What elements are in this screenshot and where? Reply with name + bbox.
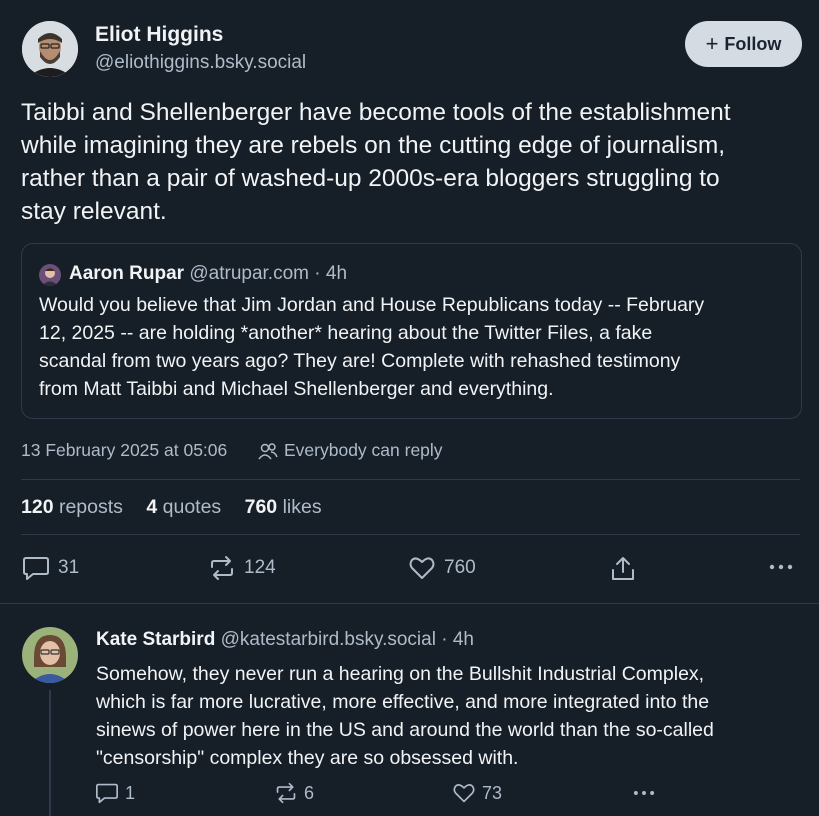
more-options-button[interactable] xyxy=(768,557,794,577)
like-count: 760 xyxy=(444,557,476,578)
divider xyxy=(21,534,800,535)
quotes-label: quotes xyxy=(162,496,222,518)
avatar-man-icon xyxy=(39,264,61,286)
post-line: while imagining they are rebels on the c… xyxy=(21,132,726,159)
likes-count: 760 xyxy=(244,496,278,518)
likes-stat[interactable]: 760 likes xyxy=(245,496,322,518)
divider xyxy=(21,479,800,480)
author-handle[interactable]: @eliothiggins.bsky.social xyxy=(95,52,306,74)
quote-author-handle[interactable]: @atrupar.com xyxy=(189,263,309,284)
reply-count: 31 xyxy=(58,557,80,578)
like-button[interactable]: 760 xyxy=(408,555,476,581)
reply-line: sinews of power here in the US and aroun… xyxy=(96,719,714,741)
post-line: stay relevant. xyxy=(21,198,167,225)
heart-icon xyxy=(409,557,435,579)
quote-time: · 4h xyxy=(314,263,348,284)
heart-icon xyxy=(453,784,475,803)
share-icon xyxy=(612,557,634,580)
reply-author-name[interactable]: Kate Starbird xyxy=(96,629,215,650)
quotes-stat[interactable]: 4 quotes xyxy=(146,496,226,518)
reposts-count: 120 xyxy=(21,496,54,518)
reposts-label: reposts xyxy=(58,496,123,518)
reply-body: Somehow, they never run a hearing on the… xyxy=(96,660,811,772)
reposts-stat[interactable]: 120 reposts xyxy=(21,496,128,518)
reply-like-button[interactable]: 73 xyxy=(452,782,502,804)
repost-icon xyxy=(211,556,233,580)
avatar-bearded-man-icon xyxy=(22,21,78,77)
reply-button[interactable]: 31 xyxy=(22,555,79,581)
post-line: Taibbi and Shellenberger have become too… xyxy=(21,99,731,126)
quote-header: Aaron Rupar @atrupar.com · 4h xyxy=(69,263,347,285)
post-body: Taibbi and Shellenberger have become too… xyxy=(21,96,811,228)
author-avatar[interactable] xyxy=(22,21,78,77)
reply-line: "censorship" complex they are so obsesse… xyxy=(96,747,519,769)
reply-reply-button[interactable]: 1 xyxy=(95,782,135,804)
post-stats: 120 reposts 4 quotes 760 likes xyxy=(21,496,322,519)
post-timestamp[interactable]: 13 February 2025 at 05:06 xyxy=(21,440,227,461)
quote-author-avatar[interactable] xyxy=(39,264,61,286)
reply-line: Somehow, they never run a hearing on the… xyxy=(96,663,705,685)
thread-line xyxy=(49,690,51,816)
comment-icon xyxy=(96,783,118,804)
reply-like-count: 73 xyxy=(482,782,503,803)
author-name[interactable]: Eliot Higgins xyxy=(95,23,223,47)
plus-icon: + xyxy=(705,31,719,56)
reply-reply-count: 1 xyxy=(125,782,136,803)
quote-line: Would you believe that Jim Jordan and Ho… xyxy=(39,294,705,316)
repost-count: 124 xyxy=(244,557,276,578)
quote-line: from Matt Taibbi and Michael Shellenberg… xyxy=(39,378,554,400)
ellipsis-icon xyxy=(769,564,793,570)
quote-body: Would you believe that Jim Jordan and Ho… xyxy=(39,291,799,403)
quotes-count: 4 xyxy=(146,496,158,518)
reply-repost-count: 6 xyxy=(304,782,315,803)
reply-author-avatar[interactable] xyxy=(22,627,78,683)
quote-author-name[interactable]: Aaron Rupar xyxy=(69,263,184,284)
reply-time: · 4h xyxy=(441,629,474,650)
comment-icon xyxy=(23,557,49,580)
quote-line: scandal from two years ago? They are! Co… xyxy=(39,350,681,372)
reply-repost-button[interactable]: 6 xyxy=(274,782,314,804)
reply-line: which is far more lucrative, more effect… xyxy=(96,691,710,713)
reply-author-handle[interactable]: @katestarbird.bsky.social xyxy=(221,629,436,650)
people-icon xyxy=(258,442,278,459)
reply-more-options-button[interactable] xyxy=(631,784,657,802)
reply-setting[interactable]: Everybody can reply xyxy=(258,440,443,461)
ellipsis-icon xyxy=(633,791,655,795)
share-button[interactable] xyxy=(609,555,637,583)
likes-label: likes xyxy=(282,496,322,518)
follow-button-label: Follow xyxy=(724,33,782,54)
follow-button[interactable]: + Follow xyxy=(685,21,802,67)
repost-button[interactable]: 124 xyxy=(208,555,276,581)
reply-setting-label: Everybody can reply xyxy=(284,440,443,460)
quote-line: 12, 2025 -- are holding *another* hearin… xyxy=(39,322,653,344)
reply-header: Kate Starbird @katestarbird.bsky.social … xyxy=(96,629,474,651)
divider xyxy=(0,603,819,604)
repost-icon xyxy=(276,782,296,804)
post-line: rather than a pair of washed-up 2000s-er… xyxy=(21,165,720,192)
avatar-woman-icon xyxy=(22,627,78,683)
